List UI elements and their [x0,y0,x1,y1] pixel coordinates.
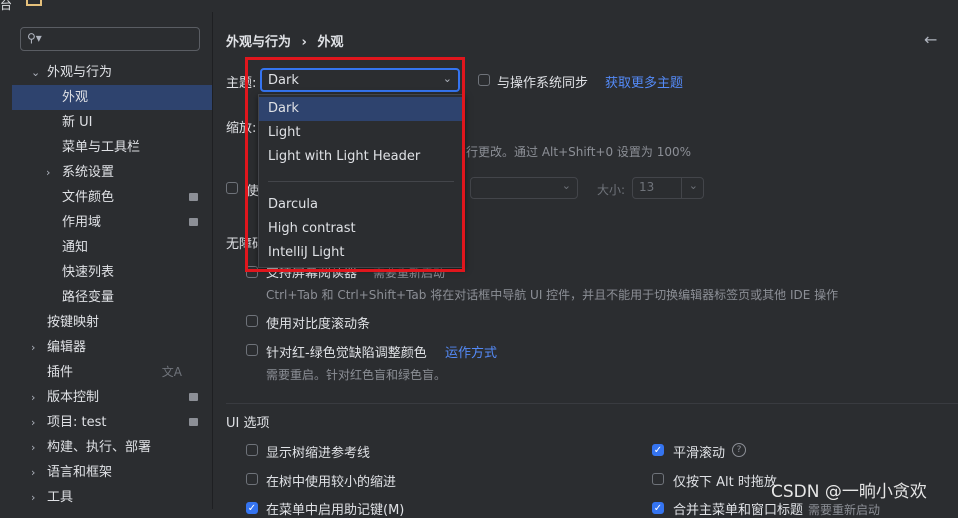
sidebar-item-label: 路径变量 [62,290,115,305]
sync-os-label: 与操作系统同步 [497,76,589,91]
sidebar-item-label: 构建、执行、部署 [47,440,152,455]
sidebar-item-languages-frameworks[interactable]: › 语言和框架 [12,460,212,485]
breadcrumb-parent[interactable]: 外观与行为 [226,35,291,50]
sidebar-item-label: 通知 [62,240,89,255]
sidebar-item-label: 版本控制 [47,390,100,405]
sidebar-item-plugins[interactable]: 插件 文A [12,360,212,385]
sidebar-item-menus-toolbars[interactable]: 菜单与工具栏 [12,135,212,160]
sidebar-item-new-ui[interactable]: 新 UI [12,110,212,135]
breadcrumb: 外观与行为 › 外观 [226,31,343,50]
sidebar-item-label: 文件颜色 [62,190,115,205]
font-select[interactable]: ⌄ [470,177,578,199]
sidebar-item-appearance[interactable]: 外观 [12,85,212,110]
smooth-scroll-label: 平滑滚动 [673,446,726,461]
sidebar-item-keymap[interactable]: 按键映射 [12,310,212,335]
sidebar-item-project[interactable]: › 项目: test [12,410,212,435]
sidebar-item-path-variables[interactable]: 路径变量 [12,285,212,310]
sidebar-item-label: 工具 [47,490,74,505]
chevron-down-icon: ⌄ [561,179,571,192]
sync-os-checkbox[interactable] [478,74,490,86]
chevron-down-icon: ⌄ [31,66,41,79]
font-size-select[interactable]: 13 ⌄ [632,177,704,199]
sidebar-item-label: 编辑器 [47,340,87,355]
highlight-annotation-box [245,57,465,272]
breadcrumb-separator: › [301,35,307,50]
sidebar-item-build-exec-deploy[interactable]: › 构建、执行、部署 [12,435,212,460]
sidebar-item-quick-lists[interactable]: 快速列表 [12,260,212,285]
color-deficiency-label: 针对红-绿色觉缺陷调整颜色 [266,346,427,361]
alt-drag-checkbox[interactable] [652,473,664,485]
sidebar-item-system-settings[interactable]: › 系统设置 [12,160,212,185]
chevron-right-icon: › [31,491,36,504]
sidebar-item-label: 插件 [47,365,74,380]
sidebar-item-label: 新 UI [62,115,93,130]
sidebar-item-label: 外观与行为 [47,65,113,80]
smaller-indent-label: 在树中使用较小的缩进 [266,475,397,490]
zoom-hint: 行更改。通过 Alt+Shift+0 设置为 100% [466,145,692,159]
project-level-icon [189,218,198,226]
section-divider [226,403,958,404]
merge-menu-checkbox[interactable]: ✓ [652,502,664,514]
contrast-scrollbars-checkbox[interactable] [246,315,258,327]
mnemonics-menu-checkbox[interactable]: ✓ [246,502,258,514]
back-arrow-icon[interactable]: ← [924,30,937,49]
sidebar-item-label: 按键映射 [47,315,100,330]
sidebar-item-label: 作用域 [62,215,102,230]
sidebar-item-label: 菜单与工具栏 [62,140,141,155]
search-icon: ⚲▾ [27,31,42,45]
chevron-down-icon: ⌄ [688,179,698,192]
sidebar-item-appearance-behavior[interactable]: ⌄ 外观与行为 [12,60,212,85]
project-level-icon [189,393,198,401]
how-it-works-link[interactable]: 运作方式 [445,342,497,361]
smooth-scroll-checkbox[interactable]: ✓ [652,444,664,456]
sidebar-item-label: 系统设置 [62,165,115,180]
tree-guides-label: 显示树缩进参考线 [266,446,371,461]
sidebar-item-label: 项目: test [47,415,107,430]
chevron-right-icon: › [31,441,36,454]
help-icon[interactable]: ? [732,443,746,457]
chevron-right-icon: › [31,466,36,479]
title-bar [0,0,958,12]
custom-font-checkbox[interactable] [226,182,238,194]
sidebar-item-file-colors[interactable]: 文件颜色 [12,185,212,210]
contrast-scrollbars-label: 使用对比度滚动条 [266,317,371,332]
tree-guides-checkbox[interactable] [246,444,258,456]
sidebar-item-version-control[interactable]: › 版本控制 [12,385,212,410]
sidebar-item-scopes[interactable]: 作用域 [12,210,212,235]
screen-reader-description: Ctrl+Tab 和 Ctrl+Shift+Tab 将在对话框中导航 UI 控件… [266,288,839,302]
sidebar-item-tools[interactable]: › 工具 [12,485,212,510]
project-level-icon [189,193,198,201]
watermark: CSDN @一晌小贪欢 [771,482,927,502]
sidebar-item-label: 外观 [62,90,89,105]
chevron-right-icon: › [31,416,36,429]
sidebar-item-label: 语言和框架 [47,465,113,480]
sidebar-item-label: 快速列表 [62,265,115,280]
translate-icon: 文A [161,365,182,379]
breadcrumb-current: 外观 [317,35,344,50]
smaller-indent-checkbox[interactable] [246,473,258,485]
ui-options-title: UI 选项 [226,416,270,431]
chevron-right-icon: › [31,391,36,404]
divider [681,178,682,198]
app-icon [26,0,42,6]
sidebar-item-editor[interactable]: › 编辑器 [12,335,212,360]
merge-menu-hint: 需要重新启动 [808,503,881,517]
alt-drag-label: 仅按下 Alt 时拖放 [673,475,777,490]
project-level-icon [189,418,198,426]
color-deficiency-hint: 需要重启。针对红色盲和绿色盲。 [266,368,447,382]
more-themes-link[interactable]: 获取更多主题 [605,72,683,91]
sidebar-item-notifications[interactable]: 通知 [12,235,212,260]
color-deficiency-checkbox[interactable] [246,344,258,356]
search-input[interactable]: ⚲▾ [20,27,200,51]
chevron-right-icon: › [31,341,36,354]
font-size-label: 大小: [597,183,626,197]
chevron-right-icon: › [46,166,51,179]
font-size-value: 13 [639,180,655,194]
